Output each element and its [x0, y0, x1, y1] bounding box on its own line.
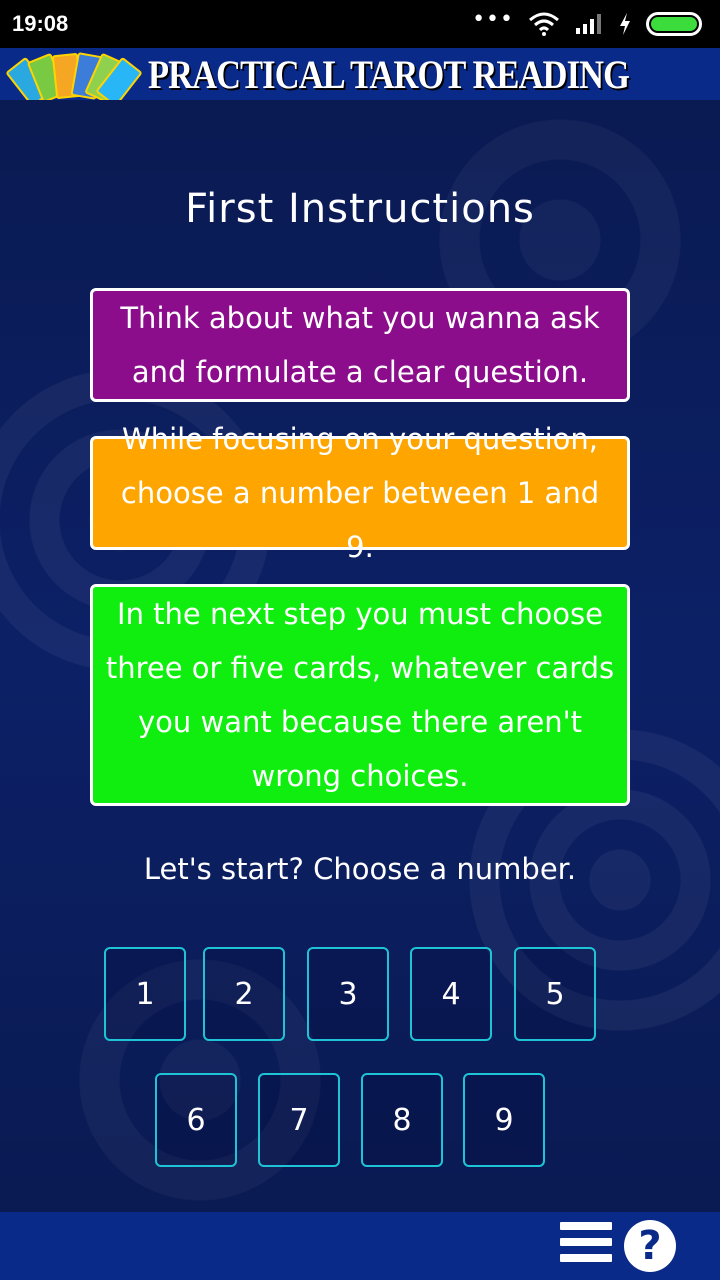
main-content: First Instructions Think about what you … [0, 100, 720, 1212]
instruction-box-3: In the next step you must choose three o… [90, 584, 630, 806]
number-button-7[interactable]: 7 [258, 1073, 340, 1167]
help-icon[interactable]: ? [624, 1220, 676, 1272]
menu-line [560, 1254, 612, 1262]
battery-fill [651, 17, 697, 31]
menu-line [560, 1238, 612, 1246]
status-time: 19:08 [12, 11, 69, 36]
wifi-icon [529, 12, 559, 36]
number-button-2[interactable]: 2 [203, 947, 285, 1041]
status-bar: 19:08 ••• [0, 0, 720, 48]
app-header: PRACTICAL TAROT READING [0, 48, 720, 108]
choose-number-prompt: Let's start? Choose a number. [143, 852, 577, 886]
bottom-bar: ? [0, 1212, 720, 1280]
instruction-box-2: While focusing on your question, choose … [90, 422, 630, 564]
number-button-8[interactable]: 8 [361, 1073, 443, 1167]
tarot-cards-logo [5, 48, 144, 108]
page-title: First Instructions [185, 186, 535, 232]
number-button-3[interactable]: 3 [307, 947, 389, 1041]
charging-icon [620, 13, 630, 35]
number-button-6[interactable]: 6 [155, 1073, 237, 1167]
number-button-4[interactable]: 4 [410, 947, 492, 1041]
instruction-text-3: In the next step you must choose three o… [105, 597, 615, 793]
number-button-5[interactable]: 5 [514, 947, 596, 1041]
menu-line [560, 1222, 612, 1230]
app-title: PRACTICAL TAROT READING [148, 51, 630, 97]
instruction-text-2: While focusing on your question, choose … [120, 422, 600, 564]
number-button-9[interactable]: 9 [463, 1073, 545, 1167]
battery-icon [646, 12, 702, 36]
signal-icon [576, 14, 601, 34]
number-button-1[interactable]: 1 [104, 947, 186, 1041]
more-dots-icon: ••• [472, 7, 514, 32]
menu-icon[interactable] [560, 1222, 612, 1270]
instruction-box-1: Think about what you wanna ask and formu… [90, 288, 630, 402]
status-icons: ••• [472, 7, 702, 36]
instruction-text-1: Think about what you wanna ask and formu… [120, 301, 600, 389]
